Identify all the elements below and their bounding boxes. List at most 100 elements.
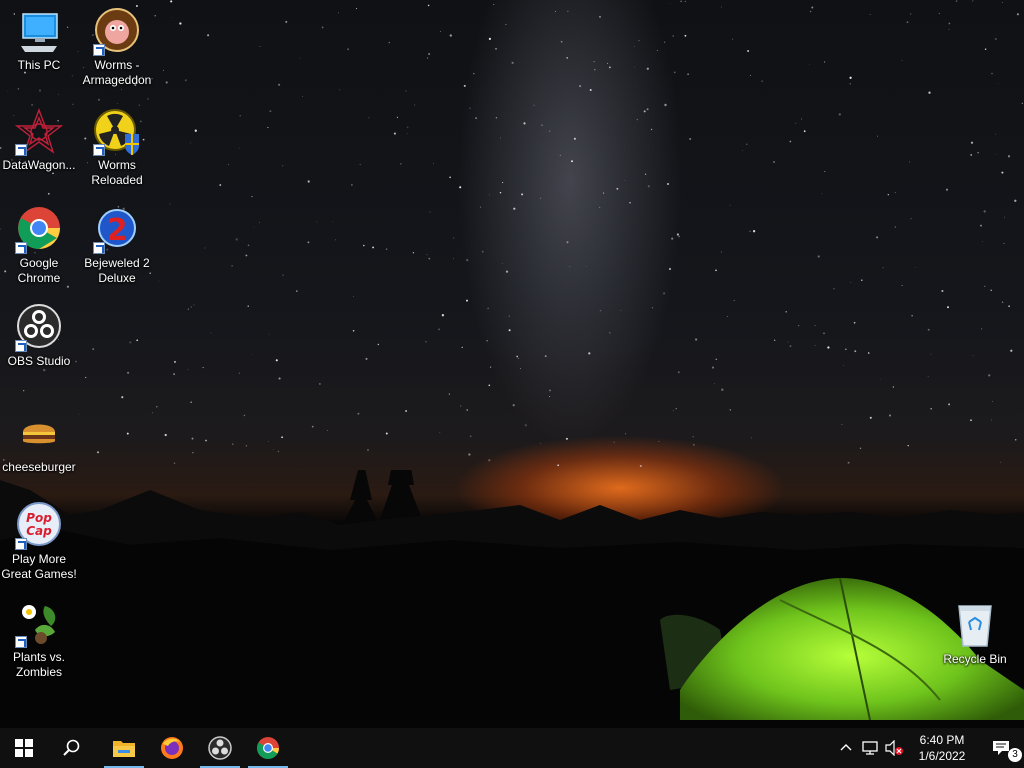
star	[466, 258, 469, 262]
network-icon	[862, 741, 878, 755]
bejeweled-logo-icon: 2	[93, 206, 141, 254]
star	[466, 409, 469, 411]
star	[599, 16, 601, 18]
star	[1016, 13, 1019, 16]
star	[675, 408, 677, 410]
star	[671, 237, 674, 240]
star	[859, 447, 862, 449]
star	[970, 419, 972, 422]
star	[488, 384, 491, 387]
star	[135, 5, 138, 7]
recycle-bin-icon[interactable]: Recycle Bin	[936, 602, 1014, 667]
star	[368, 117, 370, 119]
star	[523, 122, 526, 125]
star	[930, 407, 932, 410]
obs-studio-taskbar-button[interactable]	[196, 728, 244, 768]
star	[692, 436, 694, 438]
star	[694, 338, 698, 341]
windows-logo-icon	[15, 739, 33, 757]
star	[664, 103, 667, 107]
star	[991, 72, 993, 75]
network-button[interactable]	[858, 728, 882, 768]
datawagon-icon[interactable]: DataWagon...	[0, 108, 78, 173]
search-button[interactable]	[48, 728, 96, 768]
star	[824, 170, 826, 172]
star	[519, 368, 521, 370]
plants-vs-zombies-icon[interactable]: Plants vs. Zombies	[0, 600, 78, 680]
star	[533, 104, 535, 106]
star	[219, 184, 222, 186]
monitor-icon	[15, 8, 63, 56]
obs-studio-icon[interactable]: OBS Studio	[0, 304, 78, 369]
star	[1007, 155, 1011, 158]
star	[367, 449, 369, 451]
star	[773, 161, 775, 163]
star	[948, 29, 950, 30]
google-chrome-icon[interactable]: Google Chrome	[0, 206, 78, 286]
star	[269, 110, 272, 113]
star	[811, 6, 814, 9]
star	[335, 239, 337, 241]
star	[282, 165, 284, 167]
google-chrome-taskbar-button[interactable]	[244, 728, 292, 768]
star	[751, 437, 752, 439]
burger-icon	[15, 410, 63, 458]
star	[843, 365, 844, 366]
star	[684, 34, 687, 37]
worms-armageddon-icon[interactable]: Worms - Armageddon	[78, 8, 156, 88]
search-icon	[63, 739, 80, 756]
star	[938, 12, 940, 15]
star	[1004, 216, 1006, 218]
star	[495, 117, 498, 119]
worms-reloaded-icon[interactable]: Worms Reloaded	[78, 108, 156, 188]
star	[388, 41, 391, 44]
star	[239, 115, 241, 117]
star	[400, 163, 402, 165]
volume-button[interactable]	[882, 728, 906, 768]
system-tray: 6:40 PM 1/6/2022 3	[834, 728, 1024, 768]
star	[459, 186, 462, 189]
play-more-games-icon[interactable]: Pop Cap Play More Great Games!	[0, 502, 78, 582]
star	[823, 332, 825, 335]
star	[656, 49, 658, 51]
star	[117, 103, 119, 104]
star	[747, 50, 750, 52]
star	[138, 104, 141, 106]
star	[571, 160, 573, 163]
star	[453, 237, 455, 239]
star	[205, 439, 207, 442]
star	[995, 154, 996, 155]
star	[643, 110, 646, 113]
star	[426, 254, 428, 256]
star	[569, 266, 571, 268]
file-explorer-button[interactable]	[100, 728, 148, 768]
shortcut-arrow-icon	[15, 538, 27, 550]
star	[684, 0, 686, 2]
show-hidden-icons-button[interactable]	[834, 728, 858, 768]
firefox-button[interactable]	[148, 728, 196, 768]
star	[190, 306, 192, 308]
star	[158, 280, 160, 282]
star	[947, 306, 949, 309]
star	[667, 183, 669, 185]
star	[909, 161, 911, 163]
star	[625, 433, 626, 435]
star	[668, 267, 672, 271]
star	[466, 299, 468, 302]
action-center-button[interactable]: 3	[978, 728, 1024, 768]
bejeweled-2-icon[interactable]: 2 Bejeweled 2 Deluxe	[78, 206, 156, 286]
star	[972, 0, 974, 2]
start-button[interactable]	[0, 728, 48, 768]
cheeseburger-icon[interactable]: cheeseburger	[0, 410, 78, 475]
star	[544, 355, 547, 357]
star	[645, 173, 647, 175]
star	[1014, 439, 1017, 441]
this-pc-icon[interactable]: This PC	[0, 8, 78, 73]
star	[245, 445, 247, 447]
star	[997, 83, 999, 84]
star	[910, 217, 912, 220]
star	[275, 359, 278, 362]
clock[interactable]: 6:40 PM 1/6/2022	[906, 732, 978, 764]
star	[613, 441, 615, 443]
star	[988, 374, 991, 377]
